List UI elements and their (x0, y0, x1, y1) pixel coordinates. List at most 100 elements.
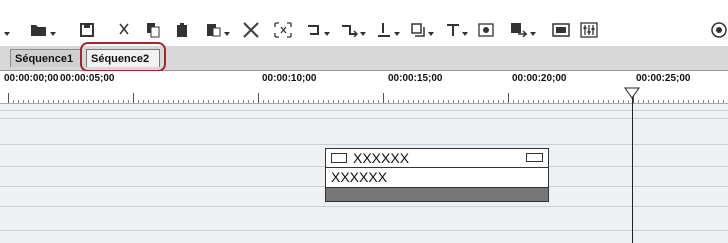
title-icon[interactable] (446, 20, 468, 40)
ruler-minor-tick (108, 100, 109, 103)
ruler-minor-tick (203, 100, 204, 103)
ruler-minor-tick (88, 100, 89, 103)
mark-icon[interactable] (376, 20, 400, 40)
ruler-minor-tick (483, 100, 484, 103)
playhead-line[interactable] (632, 88, 633, 243)
ruler-minor-tick (198, 100, 199, 103)
ruler-minor-tick (713, 100, 714, 103)
ruler-minor-tick (163, 100, 164, 103)
ruler-minor-tick (188, 100, 189, 103)
ruler-minor-tick (283, 100, 284, 103)
ruler-major-tick (133, 93, 134, 103)
new-dropdown-icon[interactable] (2, 20, 10, 40)
redo-icon[interactable] (340, 20, 366, 40)
ruler-minor-tick (318, 100, 319, 103)
paste-icon[interactable] (176, 20, 188, 40)
ruler-minor-tick (368, 100, 369, 103)
tab-sequence1[interactable]: Séquence1 (10, 49, 82, 67)
ruler-minor-tick (708, 100, 709, 103)
ruler-minor-tick (683, 100, 684, 103)
ruler-minor-tick (173, 100, 174, 103)
ruler-minor-tick (513, 100, 514, 103)
ruler-minor-tick (443, 100, 444, 103)
ruler-minor-tick (478, 100, 479, 103)
ruler-minor-tick (353, 100, 354, 103)
ruler-minor-tick (413, 100, 414, 103)
ruler-minor-tick (343, 100, 344, 103)
clip-subtitle: XXXXXX (331, 169, 388, 185)
ruler-minor-tick (123, 100, 124, 103)
ruler-minor-tick (208, 100, 209, 103)
ruler-ticks (0, 91, 728, 103)
ruler-minor-tick (68, 100, 69, 103)
ruler-minor-tick (638, 100, 639, 103)
ruler-minor-tick (183, 100, 184, 103)
ruler-minor-tick (488, 100, 489, 103)
ruler-minor-tick (653, 100, 654, 103)
ruler-minor-tick (388, 100, 389, 103)
open-icon[interactable] (30, 20, 56, 40)
ruler-minor-tick (153, 100, 154, 103)
ruler-minor-tick (703, 100, 704, 103)
capture-icon[interactable] (478, 20, 494, 40)
ruler-minor-tick (38, 100, 39, 103)
ruler-minor-tick (503, 100, 504, 103)
clip-waveform-bar (326, 188, 548, 201)
ruler-minor-tick (363, 100, 364, 103)
ruler-minor-tick (543, 100, 544, 103)
copy-icon[interactable] (146, 20, 160, 40)
ruler-minor-tick (598, 100, 599, 103)
ruler-minor-tick (583, 100, 584, 103)
ruler-minor-tick (293, 100, 294, 103)
ruler-minor-tick (58, 100, 59, 103)
ruler-minor-tick (673, 100, 674, 103)
ruler-minor-tick (18, 100, 19, 103)
ruler-minor-tick (668, 100, 669, 103)
ruler-minor-tick (498, 100, 499, 103)
cut-icon[interactable] (118, 20, 130, 40)
ruler-minor-tick (533, 100, 534, 103)
toolbar (0, 0, 728, 47)
export-icon[interactable] (510, 20, 536, 40)
mixer-icon[interactable] (580, 20, 598, 40)
timeline-clip[interactable]: XXXXXX XXXXXX (325, 148, 549, 202)
ruler-minor-tick (268, 100, 269, 103)
timecode-label: 00:00:05;00 (60, 73, 115, 84)
replace-icon[interactable] (274, 20, 292, 40)
ruler-minor-tick (578, 100, 579, 103)
ruler-minor-tick (718, 100, 719, 103)
ruler-minor-tick (253, 100, 254, 103)
ruler-minor-tick (303, 100, 304, 103)
ruler-minor-tick (588, 100, 589, 103)
delete-icon[interactable] (242, 20, 260, 40)
ruler-minor-tick (573, 100, 574, 103)
clip-audio-label-row: XXXXXX (326, 168, 548, 188)
timecode-ruler[interactable]: 00:00:00;00 00:00:05;00 00:00:10;00 00:0… (0, 71, 728, 104)
ruler-minor-tick (698, 100, 699, 103)
ruler-minor-tick (213, 100, 214, 103)
monitor-icon[interactable] (552, 20, 570, 40)
ruler-minor-tick (23, 100, 24, 103)
ruler-minor-tick (548, 100, 549, 103)
ruler-major-tick (8, 93, 9, 103)
settings-icon[interactable] (710, 20, 728, 40)
ruler-minor-tick (593, 100, 594, 103)
ruler-minor-tick (273, 100, 274, 103)
ruler-minor-tick (73, 100, 74, 103)
ruler-minor-tick (518, 100, 519, 103)
paste-special-icon[interactable] (206, 20, 230, 40)
ruler-minor-tick (93, 100, 94, 103)
ruler-minor-tick (223, 100, 224, 103)
ruler-minor-tick (338, 100, 339, 103)
clip-title: XXXXXX (353, 150, 410, 166)
ruler-minor-tick (418, 100, 419, 103)
ruler-minor-tick (228, 100, 229, 103)
clip-icon[interactable] (410, 20, 434, 40)
track-divider (0, 144, 728, 145)
ruler-major-tick (383, 93, 384, 103)
save-icon[interactable] (80, 20, 94, 40)
ruler-minor-tick (243, 100, 244, 103)
playhead-marker[interactable] (624, 87, 640, 99)
undo-icon[interactable] (306, 20, 330, 40)
ruler-minor-tick (643, 100, 644, 103)
